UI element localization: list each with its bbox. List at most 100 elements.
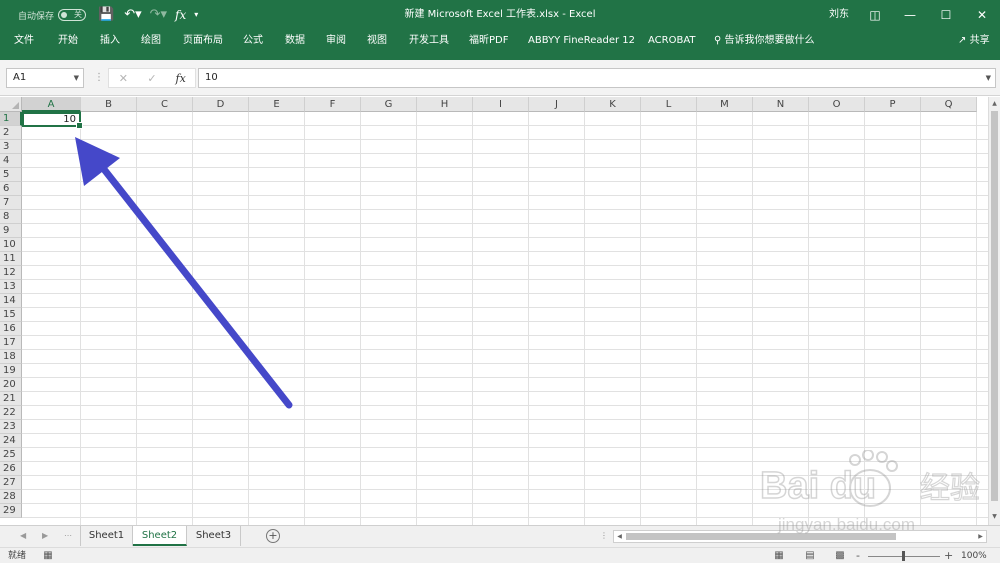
minimize-icon[interactable]: — [890,0,930,30]
vertical-scroll-thumb[interactable] [991,111,998,501]
add-sheet-icon[interactable]: + [266,529,280,543]
enter-icon[interactable]: ✓ [138,72,167,85]
row-header-4[interactable]: 4 [0,154,22,168]
prev-sheet-icon[interactable]: ◀ [20,526,26,546]
row-header-17[interactable]: 17 [0,336,22,350]
ribbon-display-icon[interactable]: ◫ [855,0,895,30]
fx-icon[interactable]: fx [175,0,186,30]
column-header-i[interactable]: I [473,97,529,112]
customize-icon[interactable]: ▾ [194,0,198,30]
name-box[interactable]: A1 ▼ [6,68,84,88]
column-header-n[interactable]: N [753,97,809,112]
column-header-g[interactable]: G [361,97,417,112]
row-header-20[interactable]: 20 [0,378,22,392]
zoom-in-icon[interactable]: + [944,548,953,563]
row-header-21[interactable]: 21 [0,392,22,406]
row-header-12[interactable]: 12 [0,266,22,280]
tell-me-box[interactable]: ⚲ 告诉我你想要做什么 [714,30,815,52]
tab-acrobat[interactable]: ACROBAT [648,30,696,52]
column-header-k[interactable]: K [585,97,641,112]
column-header-d[interactable]: D [193,97,249,112]
zoom-level[interactable]: 100% [961,548,987,563]
sheet-nav-dots-icon[interactable]: ⋯ [64,526,72,546]
tab-foxit-pdf[interactable]: 福昕PDF [469,30,508,52]
column-header-c[interactable]: C [137,97,193,112]
row-header-16[interactable]: 16 [0,322,22,336]
column-header-e[interactable]: E [249,97,305,112]
page-break-view-icon[interactable]: ▩ [834,550,846,561]
close-icon[interactable]: ✕ [962,0,1000,30]
row-header-6[interactable]: 6 [0,182,22,196]
autosave-toggle[interactable]: 自动保存 关 [18,9,87,22]
row-header-11[interactable]: 11 [0,252,22,266]
row-header-8[interactable]: 8 [0,210,22,224]
undo-icon[interactable]: ↶▾ [124,0,141,30]
column-header-q[interactable]: Q [921,97,977,112]
scroll-down-icon[interactable]: ▼ [989,511,1000,523]
zoom-slider-thumb[interactable] [902,551,905,561]
sheet-tab-sheet2[interactable]: Sheet2 [133,526,187,546]
row-header-27[interactable]: 27 [0,476,22,490]
row-header-18[interactable]: 18 [0,350,22,364]
sheet-tab-sheet3[interactable]: Sheet3 [187,526,241,546]
zoom-out-icon[interactable]: - [856,548,860,563]
row-header-5[interactable]: 5 [0,168,22,182]
cancel-icon[interactable]: ✕ [109,72,138,85]
scroll-up-icon[interactable]: ▲ [989,98,1000,110]
macro-record-icon[interactable]: ▦ [42,550,54,561]
tab-developer[interactable]: 开发工具 [409,30,449,52]
autosave-switch[interactable]: 关 [58,9,87,21]
tab-split-grip-icon[interactable]: ⋮ [600,531,608,540]
row-header-26[interactable]: 26 [0,462,22,476]
row-header-13[interactable]: 13 [0,280,22,294]
column-header-p[interactable]: P [865,97,921,112]
row-header-15[interactable]: 15 [0,308,22,322]
row-header-19[interactable]: 19 [0,364,22,378]
formula-input[interactable]: 10 ▼ [198,68,996,88]
tab-draw[interactable]: 绘图 [141,30,161,52]
scroll-left-icon[interactable]: ◀ [614,531,625,542]
name-box-dropdown-icon[interactable]: ▼ [74,69,79,87]
row-header-22[interactable]: 22 [0,406,22,420]
tab-abbyy[interactable]: ABBYY FineReader 12 [528,30,635,52]
tab-insert[interactable]: 插入 [100,30,120,52]
column-header-o[interactable]: O [809,97,865,112]
column-header-l[interactable]: L [641,97,697,112]
next-sheet-icon[interactable]: ▶ [42,526,48,546]
tab-review[interactable]: 审阅 [326,30,346,52]
expand-formula-bar-icon[interactable]: ▼ [986,69,991,87]
row-header-3[interactable]: 3 [0,140,22,154]
row-header-1[interactable]: 1 [0,112,22,126]
column-header-h[interactable]: H [417,97,473,112]
tab-view[interactable]: 视图 [367,30,387,52]
column-header-f[interactable]: F [305,97,361,112]
column-header-b[interactable]: B [81,97,137,112]
cell-a1[interactable]: 10 [22,112,83,129]
row-header-14[interactable]: 14 [0,294,22,308]
tab-file[interactable]: 文件 [14,30,34,52]
row-header-9[interactable]: 9 [0,224,22,238]
column-header-a[interactable]: A [22,97,81,112]
row-header-25[interactable]: 25 [0,448,22,462]
column-header-j[interactable]: J [529,97,585,112]
maximize-icon[interactable]: ☐ [926,0,966,30]
select-all-corner[interactable] [0,97,22,112]
formula-bar-grip-icon[interactable]: ⋮ [94,72,104,83]
row-header-23[interactable]: 23 [0,420,22,434]
row-header-24[interactable]: 24 [0,434,22,448]
row-header-29[interactable]: 29 [0,504,22,518]
sheet-tab-sheet1[interactable]: Sheet1 [80,526,133,546]
row-header-28[interactable]: 28 [0,490,22,504]
save-icon[interactable]: 💾 [98,0,114,30]
row-header-10[interactable]: 10 [0,238,22,252]
insert-function-icon[interactable]: fx [166,72,195,85]
page-layout-view-icon[interactable]: ▤ [804,550,816,561]
row-header-7[interactable]: 7 [0,196,22,210]
tab-data[interactable]: 数据 [285,30,305,52]
user-name[interactable]: 刘东 [829,0,849,30]
tab-formulas[interactable]: 公式 [243,30,263,52]
row-header-2[interactable]: 2 [0,126,22,140]
normal-view-icon[interactable]: ▦ [773,550,785,561]
tab-home[interactable]: 开始 [58,30,78,52]
column-header-m[interactable]: M [697,97,753,112]
